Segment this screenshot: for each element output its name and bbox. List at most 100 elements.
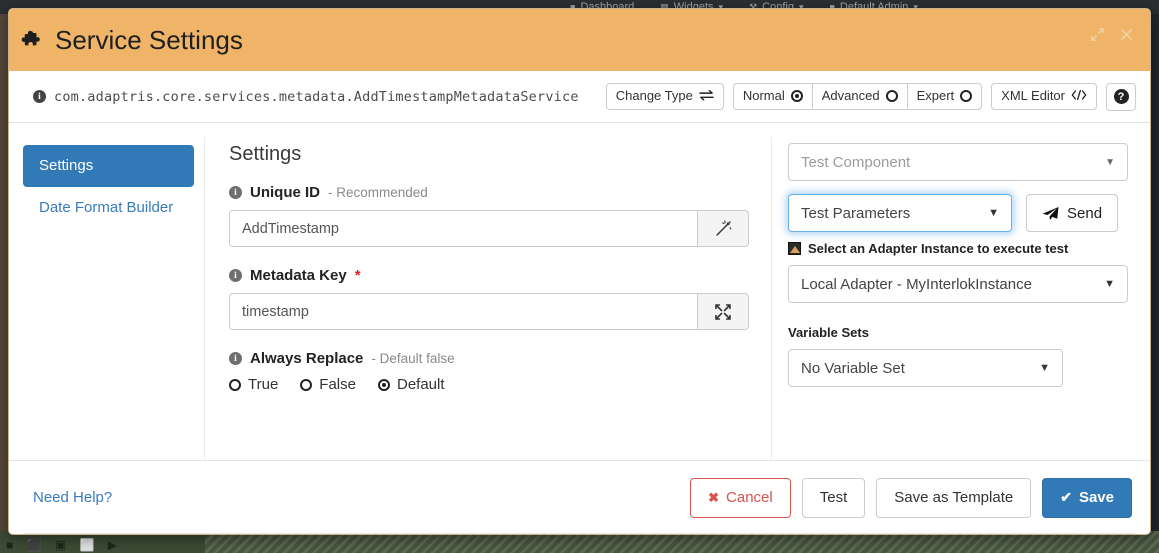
background-taskbar-glyphs: ■ ⬛ ▣ ⬜ ▶ (6, 538, 123, 552)
variable-sets-label: Variable Sets (788, 325, 869, 340)
info-icon: i (229, 186, 242, 199)
always-replace-option-false-label: False (319, 376, 356, 393)
sidebar-item-date-format-builder[interactable]: Date Format Builder (23, 187, 194, 229)
adapter-instance-select[interactable]: Local Adapter - MyInterlokInstance ▼ (788, 265, 1128, 303)
always-replace-label: i Always Replace - Default false (229, 350, 749, 367)
expand-arrows-icon[interactable] (697, 293, 749, 330)
classname-toolbar-bar: i com.adaptris.core.services.metadata.Ad… (9, 71, 1150, 123)
x-icon: ✖ (708, 489, 720, 505)
chevron-down-icon: ▼ (1039, 362, 1050, 374)
magic-wand-icon[interactable] (697, 210, 749, 247)
always-replace-option-default-label: Default (396, 376, 445, 393)
modal-footer: Need Help? ✖ Cancel Test Save as Templat… (9, 460, 1150, 534)
modal-window-controls (1088, 25, 1136, 44)
footer-actions: ✖ Cancel Test Save as Template ✔ Save (690, 477, 1132, 518)
swap-arrows-icon (699, 89, 714, 104)
send-button[interactable]: Send (1026, 194, 1119, 232)
test-panel-column: Test Component ▼ Test Parameters ▼ Send (772, 137, 1150, 460)
cancel-button[interactable]: ✖ Cancel (690, 477, 791, 518)
save-button-label: Save (1078, 489, 1114, 506)
xml-editor-label: XML Editor (1001, 88, 1065, 104)
need-help-link[interactable]: Need Help? (33, 489, 112, 506)
puzzle-piece-icon (21, 29, 43, 51)
paper-plane-icon (1042, 206, 1059, 221)
required-indicator: * (354, 267, 361, 284)
xml-editor-button[interactable]: XML Editor (991, 82, 1097, 111)
metadata-key-field-group (229, 293, 749, 330)
metadata-key-input[interactable] (229, 293, 697, 330)
radio-selected-icon (377, 378, 390, 391)
variable-sets-value: No Variable Set (801, 359, 905, 377)
close-icon[interactable] (1117, 25, 1136, 44)
adapter-instance-label-text: Select an Adapter Instance to execute te… (808, 241, 1069, 256)
metadata-key-label: i Metadata Key * (229, 267, 749, 284)
help-button[interactable]: ? (1106, 82, 1136, 111)
unique-id-field-group (229, 210, 749, 247)
mode-option-advanced-label: Advanced (821, 88, 880, 104)
variable-sets-select[interactable]: No Variable Set ▼ (788, 349, 1063, 387)
radio-unselected-icon (885, 90, 898, 103)
expand-icon[interactable] (1088, 25, 1107, 44)
mode-option-normal[interactable]: Normal (732, 83, 813, 110)
modal-header: Service Settings (9, 9, 1150, 71)
always-replace-hint: - Default false (371, 351, 455, 366)
service-settings-modal: Service Settings i com.adaptris.core.ser… (8, 8, 1151, 535)
cancel-button-label: Cancel (726, 489, 773, 506)
settings-form-column: Settings i Unique ID - Recommended AddTi… (205, 137, 772, 460)
save-button[interactable]: ✔ Save (1042, 477, 1132, 518)
unique-id-input[interactable] (229, 210, 697, 247)
adapter-instance-label: Select an Adapter Instance to execute te… (788, 241, 1128, 256)
settings-sidebar: Settings Date Format Builder (9, 137, 205, 460)
save-as-template-label: Save as Template (894, 489, 1014, 506)
info-icon: i (229, 269, 242, 282)
test-parameters-select[interactable]: Test Parameters ▼ (788, 194, 1012, 232)
info-icon: i (229, 352, 242, 365)
unique-id-label-text: Unique ID (250, 184, 320, 201)
adapter-instance-value: Local Adapter - MyInterlokInstance (801, 275, 1032, 293)
test-component-value: Test Component (801, 153, 911, 171)
metadata-key-label-text: Metadata Key (250, 267, 347, 284)
radio-selected-icon (790, 90, 803, 103)
sidebar-item-settings[interactable]: Settings (23, 145, 194, 188)
save-as-template-button[interactable]: Save as Template (876, 477, 1032, 518)
mode-option-advanced[interactable]: Advanced (811, 83, 908, 110)
code-icon (1071, 89, 1087, 104)
question-mark-icon: ? (1113, 89, 1129, 104)
test-component-select[interactable]: Test Component ▼ (788, 143, 1128, 181)
modal-body: Settings Date Format Builder Settings i … (9, 123, 1150, 460)
chevron-down-icon: ▼ (1104, 278, 1115, 290)
always-replace-radio-group: True False Default (229, 376, 749, 393)
service-classname-text: com.adaptris.core.services.metadata.AddT… (54, 88, 579, 105)
test-button[interactable]: Test (801, 477, 866, 518)
always-replace-option-true-label: True (248, 376, 279, 393)
body-bottom-divider (23, 533, 1136, 534)
modal-title-wrap: Service Settings (21, 27, 243, 53)
change-type-button[interactable]: Change Type (605, 82, 724, 111)
unique-id-label: i Unique ID - Recommended (229, 184, 749, 201)
test-parameters-row: Test Parameters ▼ Send (788, 194, 1128, 232)
test-parameters-value: Test Parameters (801, 204, 911, 222)
page-title: Service Settings (55, 25, 243, 55)
service-classname: i com.adaptris.core.services.metadata.Ad… (33, 89, 579, 105)
chevron-down-icon: ▼ (1105, 156, 1115, 168)
radio-unselected-icon (960, 90, 973, 103)
mode-option-expert-label: Expert (916, 88, 955, 104)
unique-id-hint: - Recommended (328, 185, 428, 200)
info-icon: i (33, 90, 46, 103)
always-replace-option-true[interactable]: True (229, 376, 278, 393)
always-replace-label-text: Always Replace (250, 350, 364, 367)
change-type-label: Change Type (615, 88, 693, 104)
adapter-instance-icon (788, 242, 801, 255)
test-button-label: Test (819, 489, 848, 506)
mode-toolbar: Change Type Normal Advanced Expert XML E… (605, 82, 1136, 111)
always-replace-option-default[interactable]: Default (377, 376, 445, 393)
chevron-down-icon: ▼ (988, 207, 999, 219)
mode-option-normal-label: Normal (742, 88, 785, 104)
mode-option-expert[interactable]: Expert (906, 83, 983, 110)
send-button-label: Send (1067, 204, 1103, 222)
radio-unselected-icon (300, 378, 313, 391)
check-icon: ✔ (1060, 489, 1072, 505)
always-replace-option-false[interactable]: False (300, 376, 356, 393)
mode-radio-group: Normal Advanced Expert (732, 83, 983, 110)
radio-unselected-icon (229, 378, 241, 391)
